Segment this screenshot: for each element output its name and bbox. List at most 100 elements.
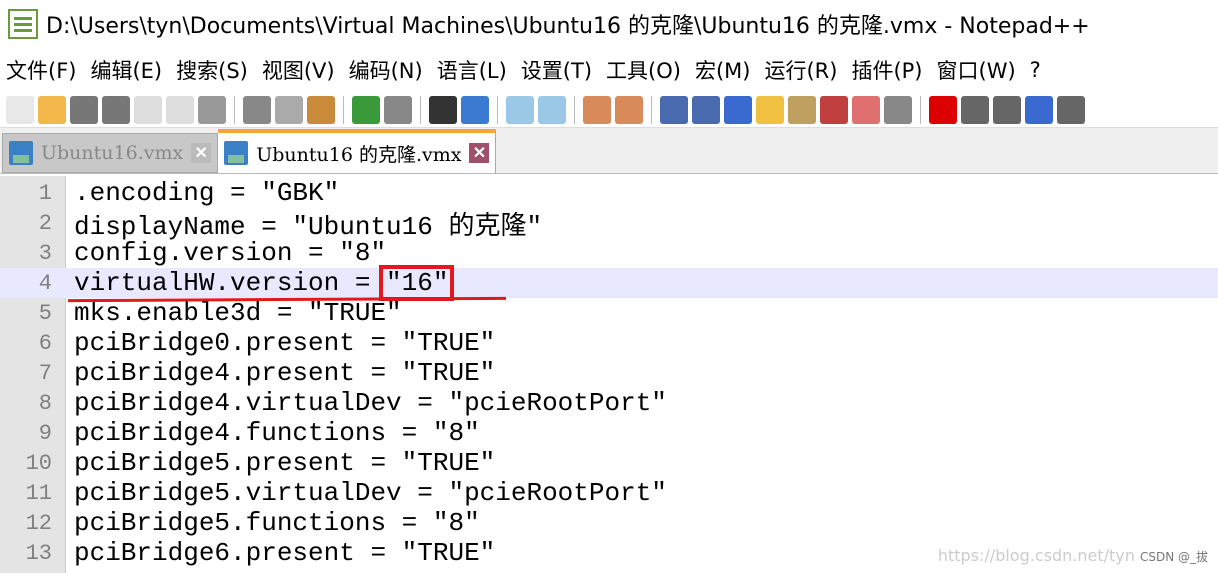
line-text: config.version = "8" (74, 238, 387, 268)
function-list-icon[interactable] (820, 95, 848, 124)
line-number: 9 (38, 420, 52, 446)
print-icon[interactable] (198, 95, 226, 124)
play-macro-multiple-icon[interactable] (1025, 95, 1053, 124)
code-line[interactable]: 4 virtualHW.version = "16" (0, 268, 1218, 298)
toolbar-separator (234, 95, 235, 124)
line-number: 10 (25, 450, 52, 476)
menu-item[interactable]: 工具(O) (606, 55, 681, 85)
line-number: 3 (38, 240, 52, 266)
code-line[interactable]: 12 pciBridge5.functions = "8" (0, 508, 1218, 538)
close-tab-icon[interactable]: ✕ (191, 143, 212, 163)
open-file-icon[interactable] (38, 95, 66, 124)
undo-icon[interactable] (352, 95, 380, 124)
line-text: pciBridge5.virtualDev = "pcieRootPort" (74, 478, 667, 508)
line-number: 6 (38, 330, 52, 356)
code-line[interactable]: 10 pciBridge5.present = "TRUE" (0, 448, 1218, 478)
menu-item[interactable]: 设置(T) (521, 55, 592, 85)
window-title: D:\Users\tyn\Documents\Virtual Machines\… (46, 14, 1090, 39)
line-number: 8 (38, 390, 52, 416)
close-icon[interactable] (134, 95, 162, 124)
highlight-box-annotation (379, 265, 454, 301)
indent-guide-icon[interactable] (724, 95, 752, 124)
new-file-icon[interactable] (6, 95, 34, 124)
tab-ubuntu16-vmx[interactable]: Ubuntu16.vmx ✕ (2, 133, 219, 173)
menu-item[interactable]: 视图(V) (262, 55, 335, 85)
line-text: displayName = "Ubuntu16 的克隆" (74, 211, 543, 242)
watermark: https://blog.csdn.net/tyn CSDN @_拔 (937, 546, 1208, 565)
code-line[interactable]: 6 pciBridge0.present = "TRUE" (0, 328, 1218, 358)
saved-file-icon (224, 141, 249, 165)
menu-item[interactable]: 编码(N) (349, 55, 423, 85)
menu-item[interactable]: 语言(L) (437, 55, 507, 85)
show-all-chars-icon[interactable] (692, 95, 720, 124)
toolbar (0, 92, 1218, 128)
code-line[interactable]: 3 config.version = "8" (0, 238, 1218, 268)
menu-item[interactable]: 宏(M) (695, 55, 751, 85)
line-number: 2 (38, 210, 52, 236)
menu-item[interactable]: ? (1030, 58, 1041, 82)
copy-icon[interactable] (275, 95, 303, 124)
replace-icon[interactable] (461, 95, 489, 124)
code-line[interactable]: 11 pciBridge5.virtualDev = "pcieRootPort" (0, 478, 1218, 508)
code-line[interactable]: 7 pciBridge4.present = "TRUE" (0, 358, 1218, 388)
line-number: 12 (25, 510, 52, 536)
line-number: 1 (38, 180, 52, 206)
sync-horizontal-icon[interactable] (615, 95, 643, 124)
zoom-out-icon[interactable] (538, 95, 566, 124)
find-icon[interactable] (429, 95, 457, 124)
doc-map-icon[interactable] (788, 95, 816, 124)
save-macro-icon[interactable] (1057, 95, 1085, 124)
record-macro-icon[interactable] (929, 95, 957, 124)
folder-workspace-icon[interactable] (852, 95, 880, 124)
text-editor[interactable]: 1 .encoding = "GBK" 2 displayName = "Ubuntu… (0, 176, 1218, 573)
toolbar-separator (651, 95, 652, 124)
user-language-icon[interactable] (756, 95, 784, 124)
menu-item[interactable]: 窗口(W) (937, 55, 1016, 85)
code-line[interactable]: 8 pciBridge4.virtualDev = "pcieRootPort" (0, 388, 1218, 418)
line-text: pciBridge4.functions = "8" (74, 418, 480, 448)
menu-item[interactable]: 文件(F) (6, 55, 76, 85)
title-bar: D:\Users\tyn\Documents\Virtual Machines\… (0, 0, 1218, 48)
line-text: pciBridge4.virtualDev = "pcieRootPort" (74, 388, 667, 418)
tab-label: Ubuntu16 的克隆.vmx (256, 143, 462, 166)
line-text: pciBridge4.present = "TRUE" (74, 358, 496, 388)
code-line[interactable]: 9 pciBridge4.functions = "8" (0, 418, 1218, 448)
line-number: 5 (38, 300, 52, 326)
zoom-in-icon[interactable] (506, 95, 534, 124)
toolbar-separator (497, 95, 498, 124)
redo-icon[interactable] (384, 95, 412, 124)
tab-bar: Ubuntu16.vmx ✕ Ubuntu16 的克隆.vmx ✕ (0, 128, 1218, 174)
saved-file-icon (9, 141, 33, 165)
line-number: 13 (25, 540, 52, 566)
menu-item[interactable]: 插件(P) (851, 55, 922, 85)
play-macro-icon[interactable] (993, 95, 1021, 124)
sync-vertical-icon[interactable] (583, 95, 611, 124)
monitoring-icon[interactable] (884, 95, 912, 124)
notepad-app-icon (8, 9, 38, 39)
word-wrap-icon[interactable] (660, 95, 688, 124)
menu-item[interactable]: 搜索(S) (176, 55, 248, 85)
code-line[interactable]: 2 displayName = "Ubuntu16 的克隆" (0, 208, 1218, 242)
code-line[interactable]: 1 .encoding = "GBK" (0, 178, 1218, 208)
tab-ubuntu16-clone-vmx[interactable]: Ubuntu16 的克隆.vmx ✕ (218, 129, 497, 173)
stop-macro-icon[interactable] (961, 95, 989, 124)
close-tab-icon[interactable]: ✕ (469, 143, 490, 163)
line-number: 7 (38, 360, 52, 386)
menu-item[interactable]: 编辑(E) (90, 55, 162, 85)
close-all-icon[interactable] (166, 95, 194, 124)
paste-icon[interactable] (307, 95, 335, 124)
save-icon[interactable] (70, 95, 98, 124)
toolbar-separator (920, 95, 921, 124)
line-text: .encoding = "GBK" (74, 178, 340, 208)
line-text: pciBridge6.present = "TRUE" (74, 538, 496, 568)
menu-item[interactable]: 运行(R) (764, 55, 837, 85)
line-text: pciBridge5.present = "TRUE" (74, 448, 496, 478)
toolbar-separator (343, 95, 344, 124)
toolbar-separator (420, 95, 421, 124)
line-number: 4 (38, 270, 52, 296)
toolbar-separator (574, 95, 575, 124)
save-all-icon[interactable] (102, 95, 130, 124)
code-line[interactable]: 5 mks.enable3d = "TRUE" (0, 298, 1218, 328)
cut-icon[interactable] (243, 95, 271, 124)
line-text: mks.enable3d = "TRUE" (74, 298, 402, 328)
